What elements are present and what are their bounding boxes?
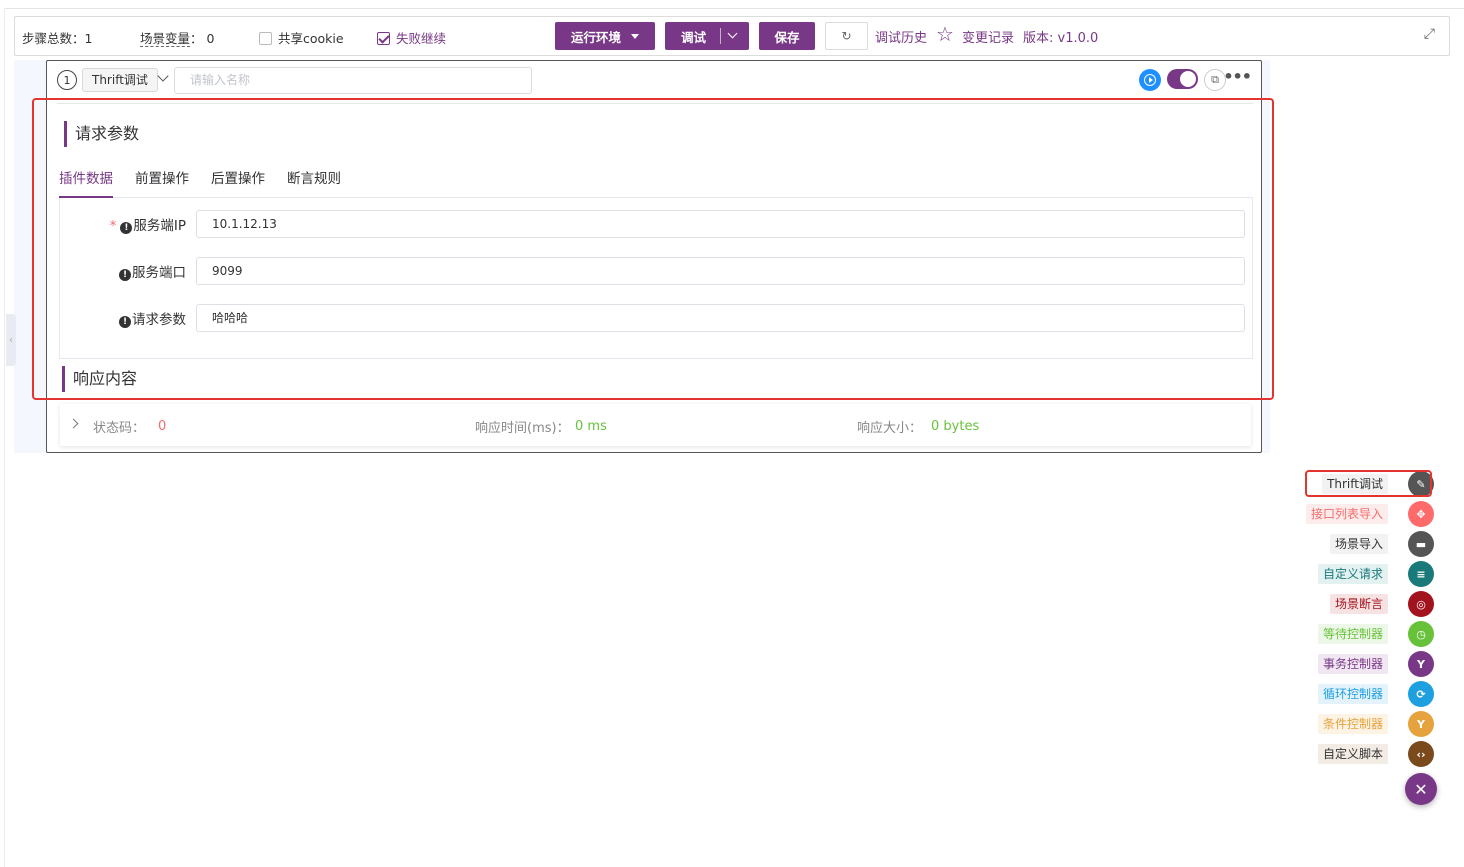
step-total-label: 步骤总数： (22, 31, 85, 46)
menu-item-label[interactable]: 场景导入 (1329, 534, 1388, 554)
menu-item-4[interactable]: 场景断言 ◎ (1329, 591, 1434, 617)
fullscreen-icon[interactable]: ⤢ (1424, 26, 1435, 42)
response-time-value: 0 ms (575, 419, 607, 434)
changelog-link[interactable]: 变更记录 (962, 27, 1014, 46)
menu-item-label[interactable]: 等待控制器 (1317, 624, 1388, 644)
step-name-input[interactable]: 请输入名称 (174, 67, 532, 94)
scene-variable-count: 0 (206, 31, 215, 46)
menu-item-2[interactable]: 场景导入 ▬ (1329, 531, 1434, 557)
share-cookie-checkbox[interactable]: 共享cookie (259, 28, 344, 47)
menu-item-label[interactable]: 事务控制器 (1317, 654, 1388, 674)
fail-continue-check-icon[interactable] (377, 32, 390, 45)
env-button[interactable]: 运行环境 (555, 22, 655, 50)
chevron-left-icon: ‹ (9, 334, 13, 346)
env-button-label: 运行环境 (570, 29, 621, 45)
scenario-toolbar: 步骤总数：1 场景变量： 0 共享cookie 失败继续 运行环境 调试 保存 … (14, 16, 1450, 56)
menu-item-5[interactable]: 等待控制器 ◷ (1317, 621, 1434, 647)
save-button-label: 保存 (774, 29, 800, 45)
response-time-label: 响应时间(ms)： (475, 421, 570, 436)
menu-item-label[interactable]: 接口列表导入 (1305, 504, 1388, 524)
menu-item-8[interactable]: 条件控制器 Y (1317, 711, 1434, 737)
fail-continue-checkbox[interactable]: 失败继续 (377, 28, 446, 47)
refresh-icon: ↻ (841, 29, 852, 43)
debug-button[interactable]: 调试 (665, 22, 749, 50)
code-icon[interactable]: ‹› (1408, 741, 1434, 767)
clock-icon[interactable]: ◷ (1408, 621, 1434, 647)
menu-item-label[interactable]: 条件控制器 (1317, 714, 1388, 734)
chevron-down-icon[interactable] (157, 70, 169, 82)
star-icon[interactable]: ☆ (936, 22, 954, 46)
highlight-box-thrift (1305, 470, 1432, 497)
refresh-button[interactable]: ↻ (825, 22, 868, 50)
step-type-tag: Thrift调试 (82, 68, 158, 92)
move-icon[interactable]: ✥ (1408, 501, 1434, 527)
share-cookie-check-icon[interactable] (259, 32, 272, 45)
menu-item-6[interactable]: 事务控制器 Y (1317, 651, 1434, 677)
assert-icon[interactable]: ◎ (1408, 591, 1434, 617)
version-label: 版本: v1.0.0 (1023, 31, 1099, 46)
branch-icon[interactable]: Y (1408, 711, 1434, 737)
debug-button-label: 调试 (681, 29, 707, 45)
menu-item-9[interactable]: 自定义脚本 ‹› (1317, 741, 1434, 767)
more-icon[interactable]: ••• (1223, 67, 1252, 86)
step-enable-toggle[interactable] (1167, 69, 1198, 89)
status-code-label: 状态码： (93, 421, 146, 436)
sliders-icon[interactable]: ≡ (1408, 561, 1434, 587)
collapse-handle[interactable]: ‹ (6, 314, 16, 366)
version-text: 版本: v1.0.0 (1023, 27, 1098, 46)
response-size-value: 0 bytes (931, 419, 980, 434)
left-divider (4, 8, 5, 867)
highlight-box-request (32, 98, 1274, 400)
step-index: 1 (57, 70, 77, 90)
fail-continue-label: 失败继续 (396, 31, 447, 46)
caret-down-icon (631, 33, 639, 39)
clapper-icon[interactable]: ▬ (1408, 531, 1434, 557)
response-status-bar: 状态码： 0 响应时间(ms)： 0 ms 响应大小： 0 bytes (60, 404, 1251, 446)
menu-item-label[interactable]: 循环控制器 (1317, 684, 1388, 704)
fork-icon[interactable]: Y (1408, 651, 1434, 677)
menu-item-label[interactable]: 自定义脚本 (1317, 744, 1388, 764)
save-button[interactable]: 保存 (759, 22, 815, 50)
menu-item-label[interactable]: 场景断言 (1329, 594, 1388, 614)
step-total-value: 1 (84, 31, 93, 46)
changelog-label: 变更记录 (962, 31, 1015, 46)
menu-item-7[interactable]: 循环控制器 ⟳ (1317, 681, 1434, 707)
debug-history-label: 调试历史 (875, 31, 928, 46)
run-step-icon[interactable] (1139, 69, 1161, 91)
loop-icon[interactable]: ⟳ (1408, 681, 1434, 707)
close-icon[interactable]: ✕ (1405, 773, 1437, 805)
debug-history-link[interactable]: 调试历史 (875, 27, 927, 46)
status-code-value: 0 (158, 419, 167, 434)
share-cookie-label: 共享cookie (278, 31, 344, 46)
menu-item-1[interactable]: 接口列表导入 ✥ (1305, 501, 1434, 527)
chevron-right-icon[interactable] (68, 418, 79, 429)
top-divider (5, 8, 1464, 9)
step-total: 步骤总数：1 (22, 28, 92, 47)
debug-split-divider (720, 28, 721, 44)
menu-item-3[interactable]: 自定义请求 ≡ (1317, 561, 1434, 587)
menu-item-label[interactable]: 自定义请求 (1317, 564, 1388, 584)
debug-dropdown-icon[interactable] (727, 28, 738, 39)
scene-variable: 场景变量： 0 (140, 28, 214, 47)
scene-variable-colon: ： (190, 31, 203, 46)
response-size-label: 响应大小： (857, 421, 923, 436)
scene-variable-link[interactable]: 场景变量 (140, 31, 191, 47)
